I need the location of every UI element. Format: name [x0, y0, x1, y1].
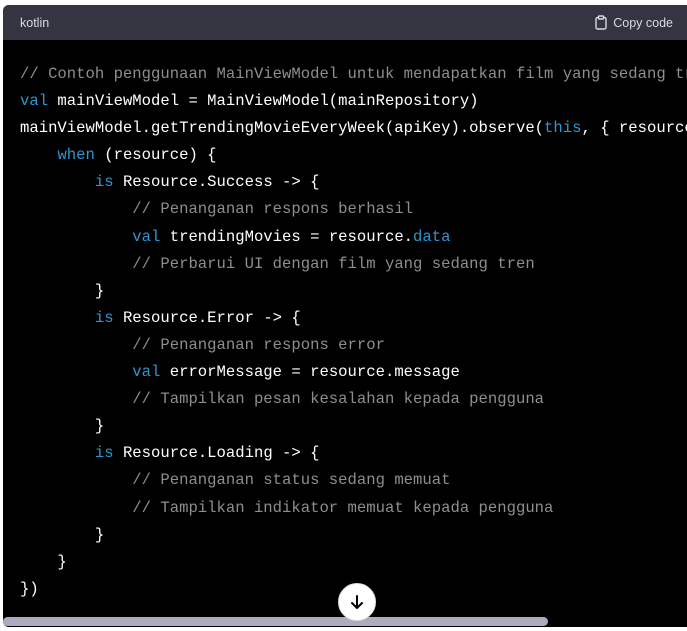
code-line: // Contoh penggunaan MainViewModel untuk…: [20, 61, 687, 88]
code-comment: // Penanganan status sedang memuat: [132, 471, 451, 490]
code-comment: // Penanganan respons error: [132, 335, 385, 354]
code-line: // Penanganan respons berhasil: [20, 196, 687, 223]
code-text: mainViewModel = MainViewModel(mainReposi…: [48, 92, 479, 111]
code-line: // Penanganan status sedang memuat: [20, 467, 687, 494]
code-header: kotlin Copy code: [3, 5, 687, 40]
code-line: }: [20, 549, 687, 576]
code-line: val trendingMovies = resource.data: [20, 224, 687, 251]
scroll-down-button[interactable]: [338, 583, 376, 621]
code-keyword: data: [413, 227, 451, 246]
code-line: // Tampilkan pesan kesalahan kepada peng…: [20, 386, 687, 413]
code-text: }): [20, 579, 39, 598]
code-text: }: [20, 417, 105, 436]
code-text: Resource.Loading -> {: [113, 444, 320, 463]
code-line: is Resource.Loading -> {: [20, 440, 687, 467]
code-line: when (resource) {: [20, 142, 687, 169]
code-text: }: [20, 552, 67, 571]
code-text: (resource) {: [94, 146, 217, 165]
code-keyword: val: [132, 227, 161, 246]
code-text: errorMessage = resource.message: [160, 363, 460, 382]
code-line: // Perbarui UI dengan film yang sedang t…: [20, 251, 687, 278]
code-line: val mainViewModel = MainViewModel(mainRe…: [20, 88, 687, 115]
code-line: // Penanganan respons error: [20, 332, 687, 359]
clipboard-icon: [595, 15, 607, 30]
code-keyword: is: [94, 173, 114, 192]
arrow-down-icon: [351, 595, 363, 609]
language-label: kotlin: [20, 15, 50, 30]
code-line: }: [20, 278, 687, 305]
code-text: mainViewModel.getTrendingMovieEveryWeek(…: [20, 119, 545, 138]
code-text: }: [20, 525, 105, 544]
code-keyword: val: [132, 363, 161, 382]
code-comment: // Tampilkan indikator memuat kepada pen…: [132, 498, 554, 517]
copy-code-label: Copy code: [613, 15, 673, 30]
code-text: Resource.Success -> {: [113, 173, 320, 192]
code-keyword: val: [20, 92, 49, 111]
code-comment: // Tampilkan pesan kesalahan kepada peng…: [132, 390, 545, 409]
code-comment: // Contoh penggunaan MainViewModel untuk…: [20, 65, 687, 83]
code-text: }: [20, 281, 105, 300]
horizontal-scrollbar[interactable]: [3, 617, 548, 626]
code-keyword: is: [94, 444, 114, 463]
code-keyword: when: [57, 146, 95, 165]
code-text: trendingMovies = resource.: [160, 227, 414, 246]
code-block: kotlin Copy code // Contoh penggunaan Ma…: [3, 5, 687, 627]
code-line: val errorMessage = resource.message: [20, 359, 687, 386]
code-comment: // Penanganan respons berhasil: [132, 200, 414, 219]
code-keyword: this: [544, 119, 582, 138]
code-line: mainViewModel.getTrendingMovieEveryWeek(…: [20, 115, 687, 142]
copy-code-button[interactable]: Copy code: [594, 15, 673, 30]
code-text: , { resource ->: [581, 119, 687, 138]
code-keyword: is: [94, 308, 114, 327]
code-content: // Contoh penggunaan MainViewModel untuk…: [20, 61, 687, 603]
code-line: is Resource.Error -> {: [20, 305, 687, 332]
code-line: }: [20, 522, 687, 549]
code-comment: // Perbarui UI dengan film yang sedang t…: [132, 254, 535, 273]
code-line: is Resource.Success -> {: [20, 169, 687, 196]
code-line: // Tampilkan indikator memuat kepada pen…: [20, 495, 687, 522]
code-text: Resource.Error -> {: [113, 308, 301, 327]
code-line: }: [20, 413, 687, 440]
